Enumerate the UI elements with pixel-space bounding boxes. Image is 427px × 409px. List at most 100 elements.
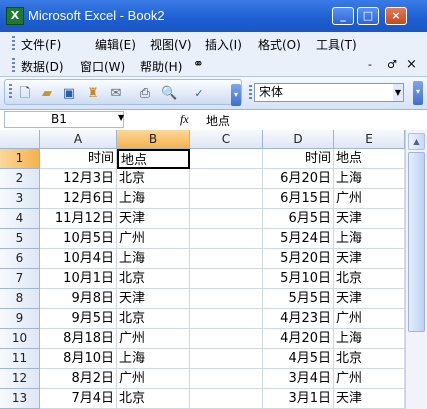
email-icon[interactable]: ✉ [108, 86, 124, 102]
doc-close-button[interactable]: × [406, 57, 417, 72]
cell-c6[interactable] [190, 249, 263, 269]
doc-restore-button[interactable]: ♂ [387, 58, 397, 71]
row-header[interactable]: 5 [0, 229, 40, 249]
chevron-down-icon[interactable]: ▼ [118, 113, 124, 122]
excel-icon[interactable]: X [6, 7, 24, 25]
cell-d5[interactable]: 5月24日 [263, 229, 334, 249]
row-header[interactable]: 2 [0, 169, 40, 189]
cell-a1[interactable]: 时间 [40, 149, 117, 169]
cell-b10[interactable]: 广州 [117, 329, 190, 349]
row-header[interactable]: 12 [0, 369, 40, 389]
cell-d9[interactable]: 4月23日 [263, 309, 334, 329]
menu-tools[interactable]: 工具(T) [316, 36, 357, 53]
row-header[interactable]: 3 [0, 189, 40, 209]
print-preview-icon[interactable]: 🔍 [161, 86, 177, 102]
row-header[interactable]: 9 [0, 309, 40, 329]
menu-window[interactable]: 窗口(W) [80, 58, 125, 75]
cell-b8[interactable]: 天津 [117, 289, 190, 309]
cell-e10[interactable]: 上海 [334, 329, 405, 349]
cell-d2[interactable]: 6月20日 [263, 169, 334, 189]
menu-format[interactable]: 格式(O) [258, 36, 301, 53]
print-icon[interactable]: ⎙ [137, 86, 153, 102]
menu-help[interactable]: 帮助(H) [140, 58, 182, 75]
formula-input[interactable]: 地点 [206, 112, 230, 129]
cell-e3[interactable]: 广州 [334, 189, 405, 209]
cell-d8[interactable]: 5月5日 [263, 289, 334, 309]
restore-button[interactable]: □ [357, 7, 379, 25]
scrollbar-thumb[interactable] [408, 152, 425, 332]
cell-b12[interactable]: 广州 [117, 369, 190, 389]
cell-e13[interactable]: 天津 [334, 389, 405, 409]
cell-c2[interactable] [190, 169, 263, 189]
cell-a6[interactable]: 10月4日 [40, 249, 117, 269]
cell-e11[interactable]: 北京 [334, 349, 405, 369]
new-icon[interactable]: 🗋 [17, 86, 33, 102]
cell-a4[interactable]: 11月12日 [40, 209, 117, 229]
cell-d3[interactable]: 6月15日 [263, 189, 334, 209]
research-icon[interactable]: ⚭ [193, 57, 204, 72]
cell-e5[interactable]: 上海 [334, 229, 405, 249]
cell-e8[interactable]: 天津 [334, 289, 405, 309]
toolbar-grip-icon[interactable] [9, 84, 12, 100]
cell-d10[interactable]: 4月20日 [263, 329, 334, 349]
open-icon[interactable]: ▰ [39, 86, 55, 102]
column-header-e[interactable]: E [334, 130, 405, 149]
worksheet-grid[interactable]: A B C D E 1 时间 地点 时间 地点 2 12月3日 北京 6月20日 上海 3 12月6日 上海 6月1… [0, 130, 405, 409]
menu-edit[interactable]: 编辑(E) [95, 36, 136, 53]
font-name-select[interactable]: 宋体 [254, 83, 404, 102]
cell-a13[interactable]: 7月4日 [40, 389, 117, 409]
cell-b6[interactable]: 上海 [117, 249, 190, 269]
cell-b9[interactable]: 北京 [117, 309, 190, 329]
row-header[interactable]: 7 [0, 269, 40, 289]
cell-c8[interactable] [190, 289, 263, 309]
row-header[interactable]: 10 [0, 329, 40, 349]
minimize-button[interactable]: _ [332, 7, 354, 25]
cell-a5[interactable]: 10月5日 [40, 229, 117, 249]
cell-d4[interactable]: 6月5日 [263, 209, 334, 229]
row-header[interactable]: 13 [0, 389, 40, 409]
cell-b2[interactable]: 北京 [117, 169, 190, 189]
cell-a7[interactable]: 10月1日 [40, 269, 117, 289]
insert-function-icon[interactable]: fx [180, 112, 189, 127]
menu-file[interactable]: 文件(F) [21, 36, 61, 53]
cell-b11[interactable]: 上海 [117, 349, 190, 369]
cell-b5[interactable]: 广州 [117, 229, 190, 249]
toolbar-grip-icon[interactable] [249, 85, 252, 101]
chevron-down-icon[interactable]: ▼ [393, 84, 403, 101]
menu-data[interactable]: 数据(D) [21, 58, 64, 75]
scroll-up-icon[interactable]: ▲ [408, 133, 425, 150]
toolbar-grip-icon[interactable] [12, 36, 15, 52]
cell-d7[interactable]: 5月10日 [263, 269, 334, 289]
column-header-b[interactable]: B [117, 130, 190, 149]
cell-e7[interactable]: 北京 [334, 269, 405, 289]
cell-d12[interactable]: 3月4日 [263, 369, 334, 389]
select-all-corner[interactable] [0, 130, 40, 149]
toolbar-grip-icon[interactable] [12, 58, 15, 74]
cell-e1[interactable]: 地点 [334, 149, 405, 169]
cell-a2[interactable]: 12月3日 [40, 169, 117, 189]
cell-b3[interactable]: 上海 [117, 189, 190, 209]
menu-insert[interactable]: 插入(I) [205, 36, 242, 53]
cell-d1[interactable]: 时间 [263, 149, 334, 169]
column-header-c[interactable]: C [190, 130, 263, 149]
cell-c4[interactable] [190, 209, 263, 229]
cell-c13[interactable] [190, 389, 263, 409]
cell-c5[interactable] [190, 229, 263, 249]
cell-d13[interactable]: 3月1日 [263, 389, 334, 409]
cell-d6[interactable]: 5月20日 [263, 249, 334, 269]
close-button[interactable]: × [385, 7, 407, 25]
cell-c10[interactable] [190, 329, 263, 349]
save-icon[interactable]: ▣ [61, 86, 77, 102]
cell-e4[interactable]: 天津 [334, 209, 405, 229]
menu-view[interactable]: 视图(V) [150, 36, 192, 53]
cell-a11[interactable]: 8月10日 [40, 349, 117, 369]
cell-a10[interactable]: 8月18日 [40, 329, 117, 349]
doc-minimize-button[interactable]: - [368, 58, 372, 71]
cell-e6[interactable]: 天津 [334, 249, 405, 269]
cell-e2[interactable]: 上海 [334, 169, 405, 189]
row-header[interactable]: 1 [0, 149, 40, 169]
cell-c1[interactable] [190, 149, 263, 169]
permission-icon[interactable]: ♜ [85, 86, 101, 102]
toolbar-options-icon[interactable]: ▾ [231, 84, 241, 106]
vertical-scrollbar[interactable]: ▲ [405, 130, 427, 409]
